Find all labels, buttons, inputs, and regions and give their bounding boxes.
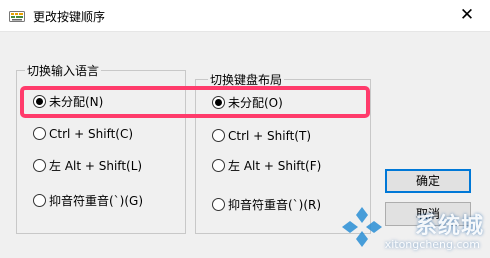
radio-icon (212, 129, 225, 142)
radio-input-alt-shift[interactable]: 左 Alt + Shift(L) (33, 157, 142, 175)
radio-input-ctrl-shift[interactable]: Ctrl + Shift(C) (33, 125, 133, 143)
radio-icon (33, 159, 46, 172)
radio-layout-grave[interactable]: 抑音符重音(`)(R) (212, 196, 321, 214)
radio-label: 左 Alt + Shift(F) (228, 159, 322, 173)
ok-button[interactable]: 确定 (385, 169, 471, 193)
radio-label: Ctrl + Shift(C) (49, 127, 134, 141)
watermark-url: xitongcheng.com (384, 238, 480, 251)
radio-icon (33, 127, 46, 140)
radio-label: 抑音符重音(`)(G) (49, 194, 144, 208)
change-key-sequence-dialog: 更改按键顺序 ✕ 切换输入语言 未分配(N) Ctrl + Shift(C) 左… (0, 0, 490, 258)
radio-layout-ctrl-shift[interactable]: Ctrl + Shift(T) (212, 127, 311, 145)
watermark-logo-icon (342, 207, 382, 247)
radio-label: 左 Alt + Shift(L) (49, 159, 143, 173)
keyboard-icon (9, 11, 25, 22)
watermark-text: 系统城 (414, 214, 484, 239)
radio-label: 抑音符重音(`)(R) (228, 198, 322, 212)
title-bar: 更改按键顺序 ✕ (0, 0, 490, 32)
radio-layout-alt-shift[interactable]: 左 Alt + Shift(F) (212, 157, 321, 175)
close-icon: ✕ (459, 5, 475, 25)
radio-icon (33, 194, 46, 207)
highlight-box (20, 86, 370, 118)
window-title: 更改按键顺序 (33, 10, 106, 24)
radio-icon (212, 159, 225, 172)
radio-input-grave[interactable]: 抑音符重音(`)(G) (33, 192, 143, 210)
radio-icon (212, 198, 225, 211)
close-button[interactable]: ✕ (444, 0, 490, 31)
input-language-legend: 切换输入语言 (25, 62, 102, 79)
radio-label: Ctrl + Shift(T) (228, 129, 312, 143)
